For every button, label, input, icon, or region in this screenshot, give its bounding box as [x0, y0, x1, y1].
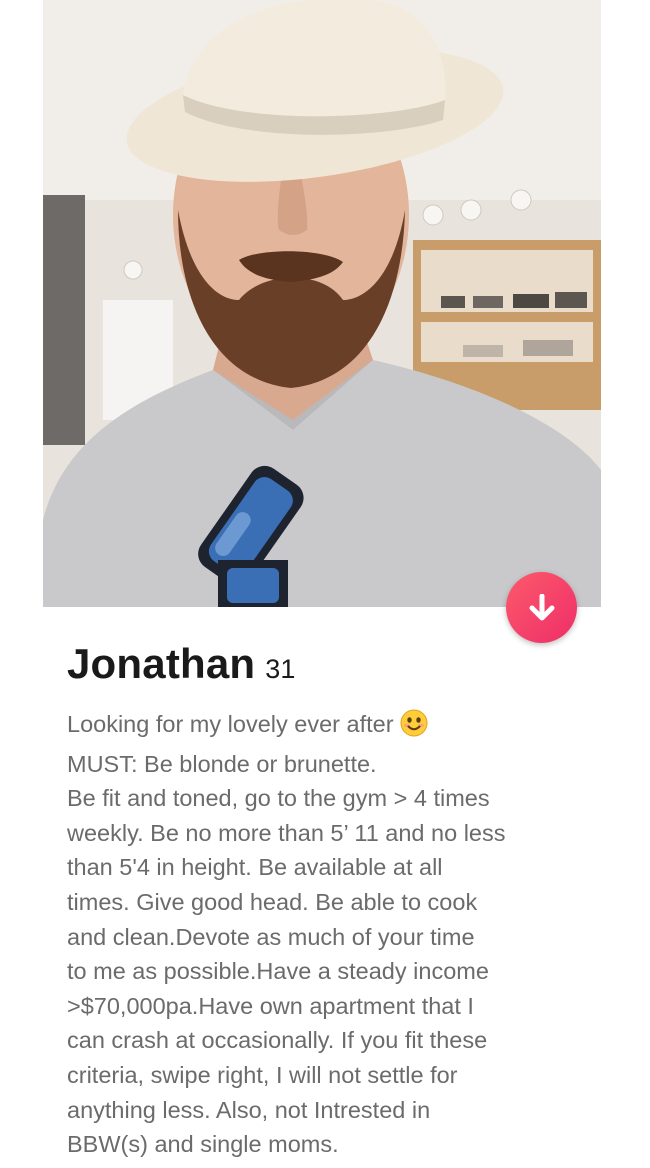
bio-line: times. Give good head. Be able to cook [67, 888, 478, 915]
bio-line: weekly. Be no more than 5’ 11 and no les… [67, 819, 506, 846]
profile-name: Jonathan [67, 640, 256, 687]
profile-age: 31 [265, 654, 296, 684]
smiling-face-emoji-icon [400, 709, 428, 747]
bio-line: and clean.Devote as much of your time [67, 923, 475, 950]
bio-line: BBW(s) and single moms. [67, 1131, 339, 1158]
profile-photo[interactable] [43, 0, 601, 607]
bio-line: MUST: Be blonde or brunette. [67, 750, 377, 777]
profile-bio: Looking for my lovely ever after MUST: B… [67, 707, 607, 1162]
bio-line: anything less. Also, not Intrested in [67, 1096, 431, 1123]
bio-line: than 5'4 in height. Be available at all [67, 854, 443, 881]
bio-line: criteria, swipe right, I will not settle… [67, 1061, 458, 1088]
profile-header: Jonathan 31 [67, 640, 295, 688]
bio-line: Looking for my lovely ever after [67, 707, 607, 747]
arrow-down-icon [529, 593, 554, 620]
bio-line: >$70,000pa.Have own apartment that I [67, 992, 474, 1019]
profile-photo-image [43, 0, 601, 607]
bio-line: to me as possible.Have a steady income [67, 958, 489, 985]
bio-line: can crash at occasionally. If you fit th… [67, 1027, 488, 1054]
bio-line: Be fit and toned, go to the gym > 4 time… [67, 785, 490, 812]
collapse-profile-button[interactable] [506, 572, 577, 643]
